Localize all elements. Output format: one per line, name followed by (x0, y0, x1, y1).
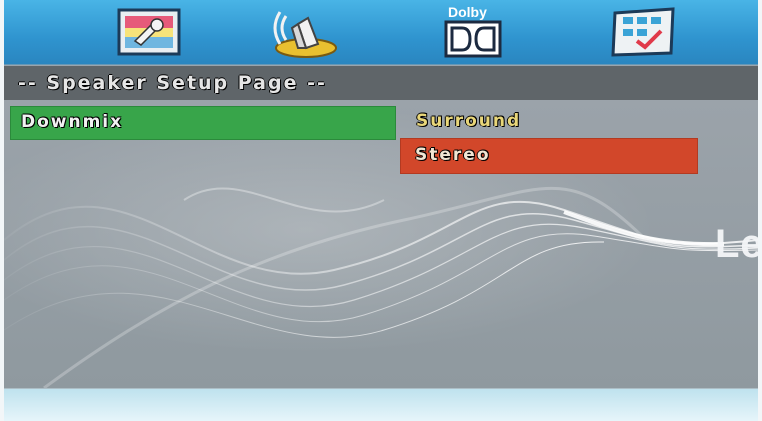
settings-panel: Le Downmix Surround Stereo (4, 100, 758, 388)
option-surround-label: Surround (416, 111, 522, 131)
page-title-bar: -- Speaker Setup Page -- (4, 66, 758, 100)
page-title: -- Speaker Setup Page -- (18, 72, 327, 94)
dolby-digital-icon: Dolby (438, 4, 508, 60)
option-stereo[interactable]: Stereo (400, 138, 698, 174)
tab-preference-page[interactable] (598, 4, 688, 60)
dolby-label: Dolby (448, 4, 487, 20)
general-setup-icon (117, 7, 181, 57)
speaker-setup-icon (268, 4, 338, 60)
tab-general-setup[interactable] (104, 4, 194, 60)
dvd-setup-screen: Dolby -- Speaker Setup Page -- Le Downmi… (4, 0, 758, 421)
downmix-label: Downmix (21, 112, 124, 132)
option-stereo-label: Stereo (415, 145, 491, 165)
downmix-setting[interactable]: Downmix (10, 106, 396, 140)
tab-speaker-setup[interactable] (258, 4, 348, 60)
tab-dolby-digital-setup[interactable]: Dolby (428, 4, 518, 60)
brand-watermark: Le (715, 222, 758, 266)
bottom-strip (4, 389, 758, 421)
setup-menu-bar: Dolby (4, 0, 758, 64)
preference-checklist-icon (607, 7, 679, 57)
option-surround[interactable]: Surround (412, 108, 612, 136)
